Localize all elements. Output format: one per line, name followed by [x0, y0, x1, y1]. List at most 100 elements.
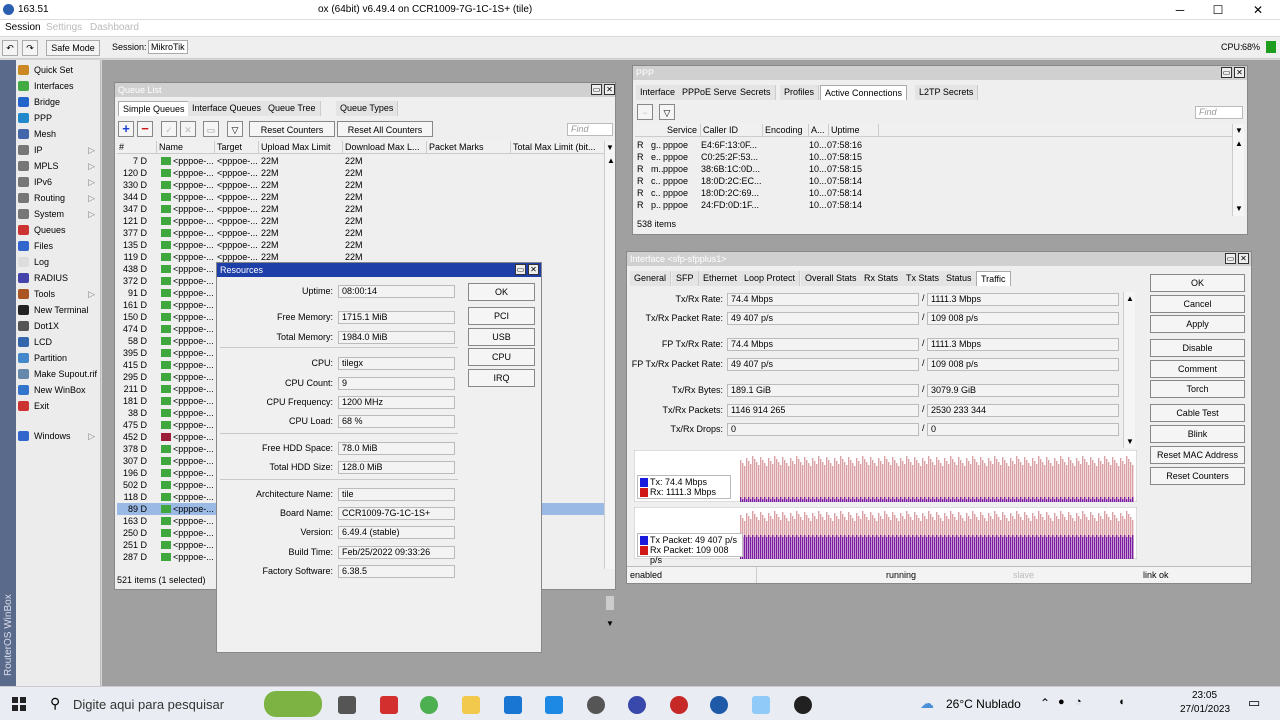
find-input[interactable]: Find: [567, 123, 613, 136]
interface-tab[interactable]: Rx Stats: [860, 271, 904, 286]
resources-usb-button[interactable]: USB: [468, 328, 535, 346]
resources-ok-button[interactable]: OK: [468, 283, 535, 301]
interface-blink-button[interactable]: Blink: [1150, 425, 1245, 443]
tray-mic-icon[interactable]: ●: [1058, 696, 1065, 708]
sidebar-item-dot1x[interactable]: Dot1X: [16, 318, 101, 334]
table-row[interactable]: Rm.. pppoe 38:6B:1C:0D... 10... 07:58:15: [635, 163, 1231, 175]
ppp-tab[interactable]: Secrets: [736, 85, 776, 100]
sidebar-item-radius[interactable]: RADIUS: [16, 270, 101, 286]
interface-tab[interactable]: Tx Stats: [902, 271, 945, 286]
ppp-tab[interactable]: Interface: [636, 85, 681, 100]
table-row[interactable]: 120 D <pppoe-... <pppoe-... 22M 22M: [117, 167, 604, 179]
reset-counters-button[interactable]: Reset Counters: [249, 121, 335, 137]
scroll-up-icon[interactable]: ▲: [1126, 294, 1134, 303]
table-row[interactable]: 121 D <pppoe-... <pppoe-... 22M 22M: [117, 215, 604, 227]
scroll-down-icon[interactable]: ▼: [606, 143, 614, 152]
table-row[interactable]: Rc.. pppoe 18:0D:2C:EC... 10... 07:58:14: [635, 175, 1231, 187]
disable-icon[interactable]: ✕: [180, 121, 196, 137]
menu-dashboard[interactable]: Dashboard: [90, 22, 139, 33]
taskbar-search[interactable]: Digite aqui para pesquisar: [73, 697, 224, 712]
restore-icon[interactable]: ▭: [591, 84, 602, 95]
anydesk-icon[interactable]: [380, 696, 398, 714]
table-row[interactable]: 330 D <pppoe-... <pppoe-... 22M 22M: [117, 179, 604, 191]
comment-icon[interactable]: ▭: [203, 121, 219, 137]
scroll-down-icon[interactable]: ▼: [1235, 126, 1243, 135]
interface-apply-button[interactable]: Apply: [1150, 315, 1245, 333]
scroll-up-icon[interactable]: ▲: [607, 156, 615, 165]
interface-reset-mac-address-button[interactable]: Reset MAC Address: [1150, 446, 1245, 464]
filter-icon[interactable]: ▽: [227, 121, 243, 137]
tray-volume-icon[interactable]: ◖: [1118, 696, 1125, 708]
scroll-down-icon[interactable]: ▼: [1126, 437, 1134, 446]
tray-chevron-icon[interactable]: ⌃: [1040, 696, 1050, 710]
sidebar-item-lcd[interactable]: LCD: [16, 334, 101, 350]
table-row[interactable]: Rc.. pppoe 18:0D:2C:69... 10... 07:58:14: [635, 187, 1231, 199]
interface-comment-button[interactable]: Comment: [1150, 360, 1245, 378]
redo-button[interactable]: ↷: [22, 40, 38, 56]
interface-tab[interactable]: Loop Protect: [740, 271, 801, 286]
ppp-filter-icon[interactable]: ▽: [659, 104, 675, 120]
app4-icon[interactable]: [794, 696, 812, 714]
table-row[interactable]: Re.. pppoe C0:25:2F:53... 10... 07:58:15: [635, 151, 1231, 163]
interface-tab[interactable]: Overall Stats: [801, 271, 862, 286]
weather-text[interactable]: 26°C Nublado: [946, 697, 1021, 711]
interface-tab[interactable]: General: [630, 271, 672, 286]
store-icon[interactable]: [504, 696, 522, 714]
queue-tab[interactable]: Simple Queues: [118, 101, 190, 116]
tray-network-icon[interactable]: ◔: [1075, 696, 1082, 708]
close-button[interactable]: ✕: [1248, 2, 1268, 18]
menu-session[interactable]: Session: [5, 22, 41, 33]
scroll-bottom-icon[interactable]: ▼: [606, 619, 614, 628]
sidebar-item-new-terminal[interactable]: New Terminal: [16, 302, 101, 318]
sidebar-item-mesh[interactable]: Mesh: [16, 126, 101, 142]
sidebar-item-queues[interactable]: Queues: [16, 222, 101, 238]
app2-icon[interactable]: [670, 696, 688, 714]
queue-tab[interactable]: Queue Types: [336, 101, 399, 116]
scroll-up-icon[interactable]: ▲: [1235, 139, 1243, 148]
file-explorer-icon[interactable]: [462, 696, 480, 714]
app3-icon[interactable]: [752, 696, 770, 714]
sidebar-item-make-supout-rif[interactable]: Make Supout.rif: [16, 366, 101, 382]
task-view-icon[interactable]: [338, 696, 356, 714]
ppp-remove-icon[interactable]: −: [637, 104, 653, 120]
undo-button[interactable]: ↶: [2, 40, 18, 56]
interface-tab[interactable]: Status: [942, 271, 977, 286]
safe-mode-button[interactable]: Safe Mode: [46, 40, 100, 56]
ppp-scrollbar[interactable]: ▼ ▲ ▼: [1232, 124, 1244, 216]
sidebar-item-tools[interactable]: Tools ▷: [16, 286, 101, 302]
interface-tab[interactable]: Ethernet: [699, 271, 743, 286]
table-row[interactable]: 347 D <pppoe-... <pppoe-... 22M 22M: [117, 203, 604, 215]
interface-tab[interactable]: Traffic: [976, 271, 1011, 286]
interface-tab[interactable]: SFP: [672, 271, 699, 286]
ppp-tab[interactable]: L2TP Secrets: [915, 85, 979, 100]
sidebar-item-quick-set[interactable]: Quick Set: [16, 62, 101, 78]
interface-ok-button[interactable]: OK: [1150, 274, 1245, 292]
sidebar-item-mpls[interactable]: MPLS ▷: [16, 158, 101, 174]
sidebar-item-log[interactable]: Log: [16, 254, 101, 270]
menu-settings[interactable]: Settings: [46, 22, 82, 33]
close-icon[interactable]: ✕: [528, 264, 539, 275]
interface-cable-test-button[interactable]: Cable Test: [1150, 404, 1245, 422]
table-row[interactable]: Rg.. pppoe E4:6F:13:0F... 10... 07:58:16: [635, 139, 1231, 151]
clock-time[interactable]: 23:05: [1192, 690, 1217, 701]
queue-tab[interactable]: Queue Tree: [264, 101, 321, 116]
sidebar-item-windows[interactable]: Windows ▷: [16, 428, 101, 444]
sidebar-item-exit[interactable]: Exit: [16, 398, 101, 414]
sidebar-item-system[interactable]: System ▷: [16, 206, 101, 222]
search-icon[interactable]: ⚲: [50, 695, 60, 712]
sidebar-item-ip[interactable]: IP ▷: [16, 142, 101, 158]
app-icon[interactable]: [628, 696, 646, 714]
close-icon[interactable]: ✕: [1238, 253, 1249, 264]
restore-icon[interactable]: ▭: [1225, 253, 1236, 264]
maximize-button[interactable]: ☐: [1208, 2, 1228, 18]
add-icon[interactable]: +: [118, 121, 134, 137]
ppp-tab[interactable]: Profiles: [780, 85, 820, 100]
settings-icon[interactable]: [587, 696, 605, 714]
sidebar-item-partition[interactable]: Partition: [16, 350, 101, 366]
close-icon[interactable]: ✕: [1234, 67, 1245, 78]
resources-irq-button[interactable]: IRQ: [468, 369, 535, 387]
notification-icon[interactable]: ▭: [1248, 695, 1260, 711]
chrome-icon[interactable]: [420, 696, 438, 714]
sidebar-item-interfaces[interactable]: Interfaces: [16, 78, 101, 94]
sidebar-item-ipv6[interactable]: IPv6 ▷: [16, 174, 101, 190]
